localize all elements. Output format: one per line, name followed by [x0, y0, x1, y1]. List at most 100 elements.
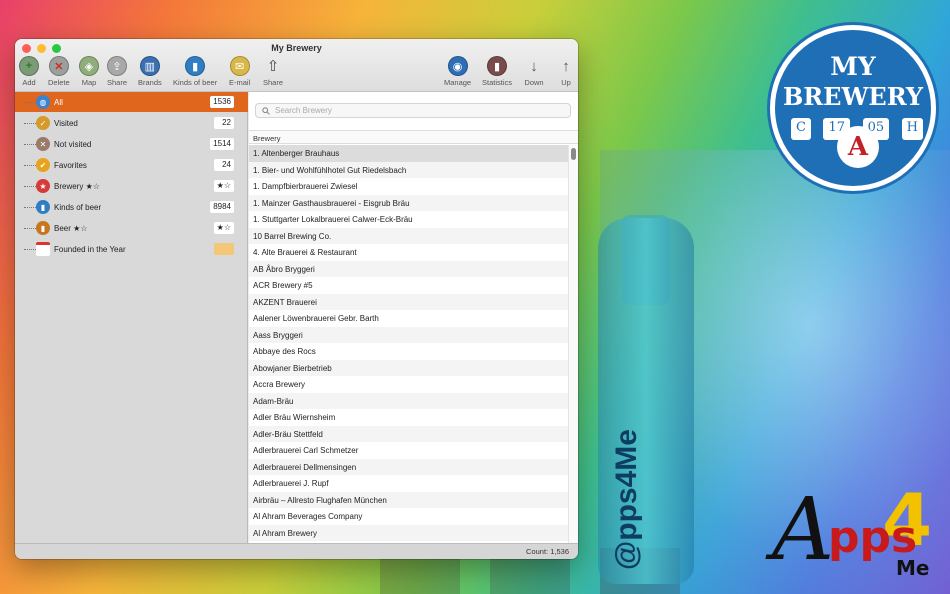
- badge-h: H: [901, 118, 923, 140]
- table-row[interactable]: 1. Altenberger Brauhaus: [249, 145, 568, 162]
- table-row[interactable]: Adlerbrauerei Carl Schmetzer: [249, 442, 568, 459]
- table-row[interactable]: Al Ahram Brewery: [249, 524, 568, 541]
- search-placeholder: Search Brewery: [275, 106, 332, 115]
- tree-line: [24, 164, 36, 166]
- statistics-icon: ▮: [487, 56, 507, 76]
- sidebar: ◍ All 1536 ✓ Visited 22 ✕ Not visited 15…: [15, 92, 248, 543]
- manage-icon: ◉: [447, 56, 468, 76]
- apps4me-logo: A 4 pps Me: [768, 478, 944, 586]
- plus-icon: +: [19, 56, 39, 76]
- manage-button[interactable]: ◉ Manage: [444, 56, 471, 87]
- table-row[interactable]: 4. Alte Brauerei & Restaurant: [249, 244, 568, 261]
- badge-line1: MY: [830, 52, 876, 81]
- sidebar-item-all[interactable]: ◍ All 1536: [15, 92, 248, 112]
- sidebar-item-beer-rating[interactable]: ▮ Beer ★☆ ★☆: [15, 218, 248, 238]
- toolbar: My Brewery + Add ✕ Delete ◈ Map ⇪ Share …: [15, 39, 578, 92]
- badge-c: C: [791, 118, 811, 140]
- calendar-icon: [36, 242, 50, 256]
- up-label: Up: [561, 78, 571, 87]
- table-row[interactable]: Abowjaner Bierbetrieb: [249, 359, 568, 376]
- sidebar-item-count: 1514: [210, 138, 234, 150]
- status-count: Count: 1,536: [15, 543, 578, 559]
- share-export-button[interactable]: ⇧ Share: [263, 56, 283, 87]
- sidebar-item-kinds-of-beer[interactable]: ▮ Kinds of beer 8984: [15, 197, 248, 217]
- sidebar-item-brewery-rating[interactable]: ★ Brewery ★☆ ★☆: [15, 176, 248, 196]
- sidebar-item-founded[interactable]: Founded in the Year: [15, 239, 248, 259]
- window-title: My Brewery: [271, 43, 322, 53]
- bottle-icon: ▮: [185, 56, 206, 76]
- sidebar-item-count: 8984: [210, 201, 234, 213]
- tree-line: [24, 143, 36, 145]
- my-brewery-badge: MY BREWERY C 17 05 H A: [770, 25, 936, 191]
- brands-button[interactable]: ▥ Brands: [138, 56, 162, 87]
- up-button[interactable]: ↑ Up: [556, 56, 576, 88]
- email-button[interactable]: ✉ E-mail: [229, 56, 250, 87]
- star-icon: ★: [36, 179, 50, 193]
- down-button[interactable]: ↓ Down: [524, 56, 544, 88]
- sidebar-item-count: 1536: [210, 96, 234, 108]
- table-row[interactable]: Accra Brewery: [249, 376, 568, 393]
- logo-me: Me: [896, 556, 930, 580]
- table-row[interactable]: Adam-Bräu: [249, 392, 568, 409]
- table-row[interactable]: Abbaye des Rocs: [249, 343, 568, 360]
- search-icon: [262, 106, 270, 115]
- table-row[interactable]: 1. Dampfbierbrauerei Zwiesel: [249, 178, 568, 195]
- brands-label: Brands: [138, 78, 162, 87]
- table-row[interactable]: ACR Brewery #5: [249, 277, 568, 294]
- tree-line: [24, 122, 36, 124]
- kinds-of-beer-button[interactable]: ▮ Kinds of beer: [173, 56, 217, 87]
- sidebar-item-visited[interactable]: ✓ Visited 22: [15, 113, 248, 133]
- beer-bottle-icon: ▮: [36, 221, 50, 235]
- sidebar-item-not-visited[interactable]: ✕ Not visited 1514: [15, 134, 248, 154]
- delete-button[interactable]: ✕ Delete: [48, 56, 70, 87]
- scrollbar[interactable]: [568, 145, 578, 543]
- email-icon: ✉: [229, 56, 250, 76]
- app-window: My Brewery + Add ✕ Delete ◈ Map ⇪ Share …: [15, 39, 578, 559]
- share-label: Share: [107, 78, 128, 87]
- share-button[interactable]: ⇪ Share: [107, 56, 127, 87]
- table-row[interactable]: 10 Barrel Brewing Co.: [249, 227, 568, 244]
- brewery-list-panel: Search Brewery Brewery 1. Altenberger Br…: [249, 92, 578, 543]
- table-row[interactable]: Adler-Bräu Stettfeld: [249, 425, 568, 442]
- map-icon: ◈: [79, 56, 99, 76]
- share-export-label: Share: [263, 78, 284, 87]
- table-row[interactable]: AKZENT Brauerei: [249, 293, 568, 310]
- search-field[interactable]: Search Brewery: [255, 103, 571, 118]
- add-button[interactable]: + Add: [19, 56, 39, 87]
- arrow-up-icon: ↑: [562, 57, 570, 75]
- manage-label: Manage: [444, 78, 472, 87]
- table-row[interactable]: Adler Bräu Wiernsheim: [249, 409, 568, 426]
- table-row[interactable]: Al Ahram Beverages Company: [249, 508, 568, 525]
- table-row[interactable]: Adlerbrauerei J. Rupf: [249, 475, 568, 492]
- delete-icon: ✕: [48, 56, 69, 76]
- statistics-button[interactable]: ▮ Statistics: [482, 56, 512, 87]
- tree-line: [24, 101, 36, 103]
- column-header-brewery[interactable]: Brewery: [249, 130, 578, 144]
- beer-mug-icon: ✕: [36, 137, 50, 151]
- tree-line: [24, 206, 36, 208]
- badge-line2: BREWERY: [782, 82, 924, 111]
- delete-label: Delete: [48, 78, 70, 87]
- table-row[interactable]: Adlerbrauerei Dellmensingen: [249, 458, 568, 475]
- table-row[interactable]: 1. Stuttgarter Lokalbrauerei Calwer-Eck-…: [249, 211, 568, 228]
- share-icon: ⇪: [107, 56, 127, 76]
- table-row[interactable]: 1. Bier- und Wohlfühlhotel Gut Riedelsba…: [249, 161, 568, 178]
- table-row[interactable]: Aass Bryggeri: [249, 326, 568, 343]
- table-row[interactable]: Airbräu – Allresto Flughafen München: [249, 491, 568, 508]
- table-row[interactable]: AB Åbro Bryggeri: [249, 260, 568, 277]
- globe-icon: ◍: [36, 95, 50, 109]
- scrollbar-thumb[interactable]: [571, 148, 576, 160]
- table-row[interactable]: 1. Mainzer Gasthausbrauerei - Eisgrub Br…: [249, 194, 568, 211]
- beer-mug-icon: ✓: [36, 116, 50, 130]
- sidebar-item-count: ★☆: [213, 180, 234, 192]
- email-label: E-mail: [229, 78, 251, 87]
- sidebar-item-count: 24: [214, 159, 234, 171]
- sidebar-item-favorites[interactable]: ✔ Favorites 24: [15, 155, 248, 175]
- table-row[interactable]: Aalener Löwenbrauerei Gebr. Barth: [249, 310, 568, 327]
- statistics-label: Statistics: [482, 78, 513, 87]
- tree-line: [24, 248, 36, 250]
- brewery-list: 1. Altenberger Brauhaus 1. Bier- und Wohl…: [249, 145, 568, 543]
- add-label: Add: [22, 78, 36, 87]
- map-button[interactable]: ◈ Map: [79, 56, 99, 87]
- sidebar-item-count: ★☆: [213, 222, 234, 234]
